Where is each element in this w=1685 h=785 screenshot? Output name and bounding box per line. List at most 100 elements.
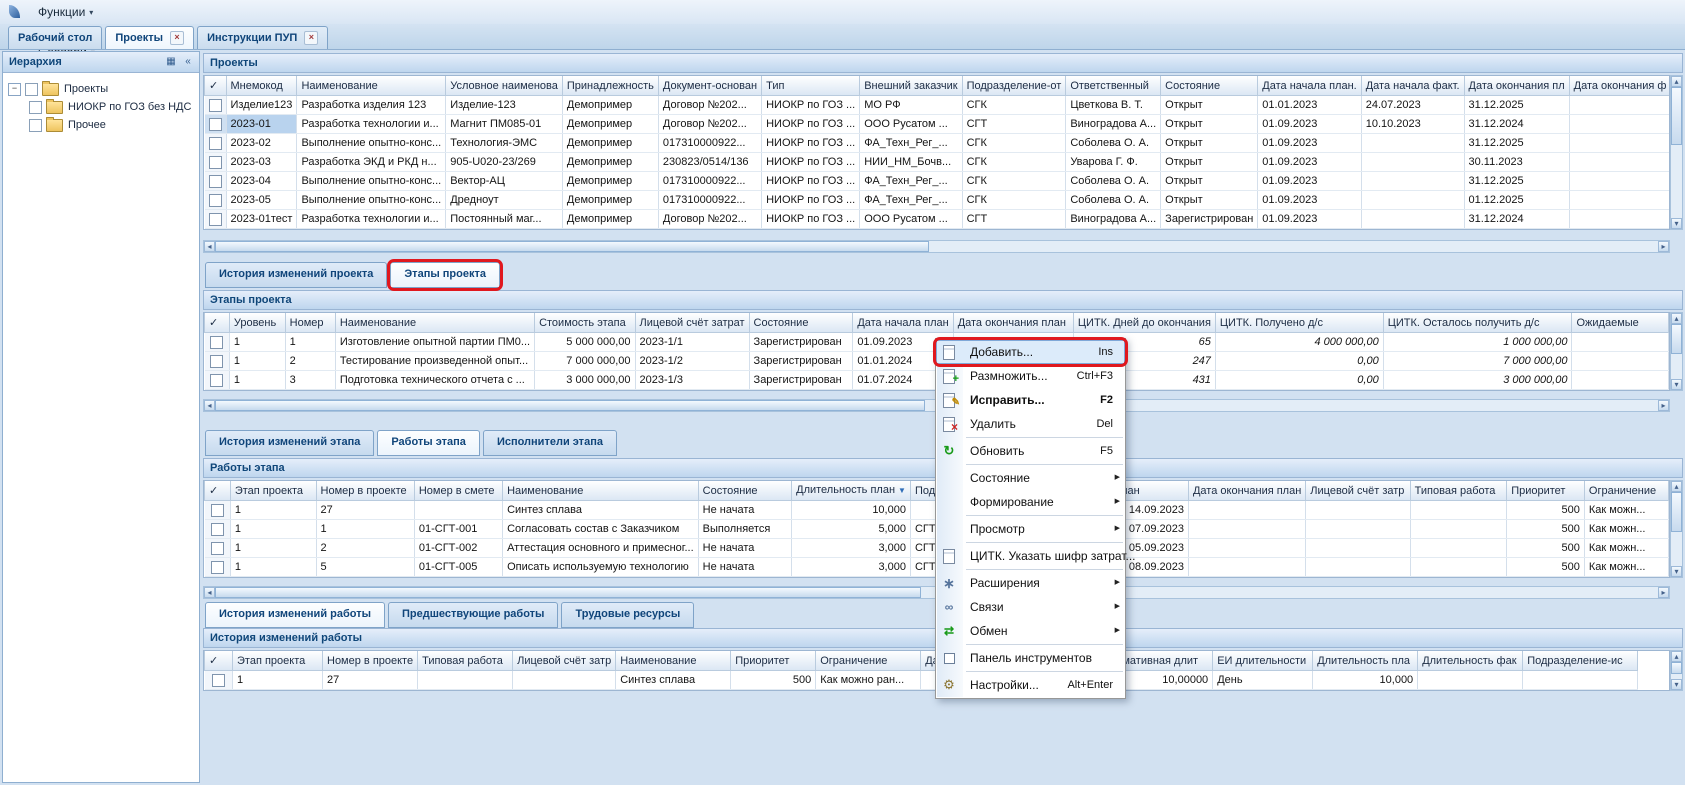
table-row[interactable]: 127Синтез сплава500Как можно ран...10,00… (205, 671, 1638, 690)
context-menu-item[interactable]: ↻ОбновитьF5 (936, 439, 1125, 463)
column-header[interactable]: Наименование (297, 76, 446, 96)
column-header[interactable]: Дата начала план (853, 313, 953, 333)
column-header[interactable]: Ответственный (1066, 76, 1161, 96)
column-header[interactable]: Этап проекта (230, 481, 316, 501)
column-header[interactable]: Ограничение (1584, 481, 1668, 501)
subtab[interactable]: История изменений этапа (205, 430, 374, 456)
context-menu-item[interactable]: Исправить...F2 (936, 388, 1125, 412)
scroll-down-icon[interactable]: ▾ (1671, 566, 1682, 577)
column-header[interactable]: Дата окончания ф (1569, 76, 1670, 96)
scrollbar-track[interactable] (1671, 492, 1682, 566)
column-header[interactable]: Наименование (616, 651, 731, 671)
column-header[interactable]: Лицевой счёт затрат (635, 313, 749, 333)
table-row[interactable]: 2023-05Выполнение опытно-конс...Дредноут… (205, 191, 1671, 210)
column-header[interactable]: Стоимость этапа (535, 313, 635, 333)
column-header[interactable]: Приоритет (1507, 481, 1585, 501)
context-menu-item[interactable]: ⚙Настройки...Alt+Enter (936, 673, 1125, 697)
column-header[interactable]: Дата окончания план (1188, 481, 1305, 501)
scroll-right-icon[interactable]: ▸ (1658, 241, 1669, 252)
column-header[interactable]: Номер в проекте (316, 481, 414, 501)
scrollbar-track[interactable] (1671, 662, 1682, 679)
row-checkbox[interactable] (209, 118, 222, 131)
row-checkbox[interactable] (209, 137, 222, 150)
table-row[interactable]: Изделие123Разработка изделия 123Изделие-… (205, 96, 1671, 115)
tree-item[interactable]: Прочее (3, 116, 199, 134)
scrollbar-thumb[interactable] (215, 587, 921, 598)
scroll-up-icon[interactable]: ▴ (1671, 481, 1682, 492)
context-menu-item[interactable]: Просмотр▶ (936, 517, 1125, 541)
scrollbar-thumb[interactable] (215, 241, 929, 252)
subtab[interactable]: Работы этапа (377, 430, 480, 456)
workspace-tab[interactable]: Проекты× (105, 26, 194, 49)
subtab[interactable]: Предшествующие работы (388, 602, 558, 628)
scrollbar-track[interactable] (1671, 324, 1682, 379)
context-menu-item[interactable]: Панель инструментов (936, 646, 1125, 670)
stages-vertical-scrollbar[interactable]: ▴ ▾ (1670, 312, 1683, 391)
windows-grid-icon[interactable]: ▦ (163, 54, 179, 70)
table-row[interactable]: 2023-04Выполнение опытно-конс...Вектор-А… (205, 172, 1671, 191)
scroll-down-icon[interactable]: ▾ (1671, 218, 1682, 229)
column-header[interactable]: Подразделение-ис (1523, 651, 1638, 671)
column-header[interactable]: Лицевой счёт затр (1306, 481, 1410, 501)
table-row[interactable]: 2023-02Выполнение опытно-конс...Технолог… (205, 134, 1671, 153)
tree-checkbox[interactable] (25, 83, 38, 96)
column-header[interactable]: Дата окончания план (953, 313, 1073, 333)
column-header[interactable]: Состояние (749, 313, 853, 333)
context-menu-item[interactable]: ЦИТК. Указать шифр затрат... (936, 544, 1125, 568)
column-header[interactable]: ЦИТК. Дней до окончания (1073, 313, 1215, 333)
row-checkbox[interactable] (211, 542, 224, 555)
column-header[interactable]: Длительность фак (1418, 651, 1523, 671)
context-menu-item[interactable]: ∗Расширения▶ (936, 571, 1125, 595)
tree-item[interactable]: НИОКР по ГОЗ без НДС (3, 98, 199, 116)
table-row[interactable]: 2023-01тестРазработка технологии и...Пос… (205, 210, 1671, 229)
scroll-down-icon[interactable]: ▾ (1671, 379, 1682, 390)
select-all-header[interactable]: ✓ (205, 651, 233, 671)
row-checkbox[interactable] (209, 194, 222, 207)
scroll-up-icon[interactable]: ▴ (1671, 313, 1682, 324)
row-checkbox[interactable] (209, 99, 222, 112)
column-header[interactable]: Документ-основан (658, 76, 761, 96)
workspace-tab[interactable]: Рабочий стол (8, 26, 102, 49)
context-menu-item[interactable]: ∞Связи▶ (936, 595, 1125, 619)
context-menu-item[interactable]: УдалитьDel (936, 412, 1125, 436)
scrollbar-thumb[interactable] (1671, 492, 1682, 532)
scrollbar-track[interactable] (215, 241, 1658, 252)
column-header[interactable]: Уровень (229, 313, 285, 333)
row-checkbox[interactable] (210, 374, 223, 387)
close-icon[interactable]: × (170, 31, 184, 45)
close-icon[interactable]: × (304, 31, 318, 45)
subtab[interactable]: Этапы проекта (390, 262, 500, 288)
column-header[interactable]: Дата начала план. (1258, 76, 1361, 96)
column-header[interactable]: Типовая работа (1410, 481, 1507, 501)
scrollbar-thumb[interactable] (1671, 87, 1682, 145)
tree-checkbox[interactable] (29, 119, 42, 132)
row-checkbox[interactable] (211, 561, 224, 574)
context-menu-item[interactable]: Формирование▶ (936, 490, 1125, 514)
column-header[interactable]: ЦИТК. Получено д/с (1215, 313, 1383, 333)
history-vertical-scrollbar[interactable]: ▴ ▾ (1670, 650, 1683, 691)
row-checkbox[interactable] (210, 336, 223, 349)
works-vertical-scrollbar[interactable]: ▴ ▾ (1670, 480, 1683, 578)
row-checkbox[interactable] (209, 213, 222, 226)
column-header[interactable]: Внешний заказчик (860, 76, 962, 96)
column-header[interactable]: Длительность план▼ (792, 481, 911, 501)
scroll-right-icon[interactable]: ▸ (1658, 400, 1669, 411)
collapse-panel-icon[interactable]: « (180, 54, 196, 70)
column-header[interactable]: Мнемокод (226, 76, 297, 96)
column-header[interactable]: ЕИ длительности (1213, 651, 1313, 671)
column-header[interactable]: Приоритет (731, 651, 816, 671)
context-menu-item[interactable]: Размножить...Ctrl+F3 (936, 364, 1125, 388)
select-all-header[interactable]: ✓ (205, 481, 231, 501)
column-header[interactable]: Состояние (698, 481, 791, 501)
column-header[interactable]: Лицевой счёт затр (513, 651, 616, 671)
select-all-header[interactable]: ✓ (205, 76, 227, 96)
menubar-item[interactable]: Функции▾ (30, 2, 116, 22)
scroll-up-icon[interactable]: ▴ (1671, 76, 1682, 87)
subtab[interactable]: Исполнители этапа (483, 430, 617, 456)
column-header[interactable]: Длительность пла (1313, 651, 1418, 671)
subtab[interactable]: История изменений проекта (205, 262, 387, 288)
column-header[interactable]: Наименование (335, 313, 534, 333)
row-checkbox[interactable] (211, 504, 224, 517)
row-checkbox[interactable] (209, 175, 222, 188)
row-checkbox[interactable] (209, 156, 222, 169)
